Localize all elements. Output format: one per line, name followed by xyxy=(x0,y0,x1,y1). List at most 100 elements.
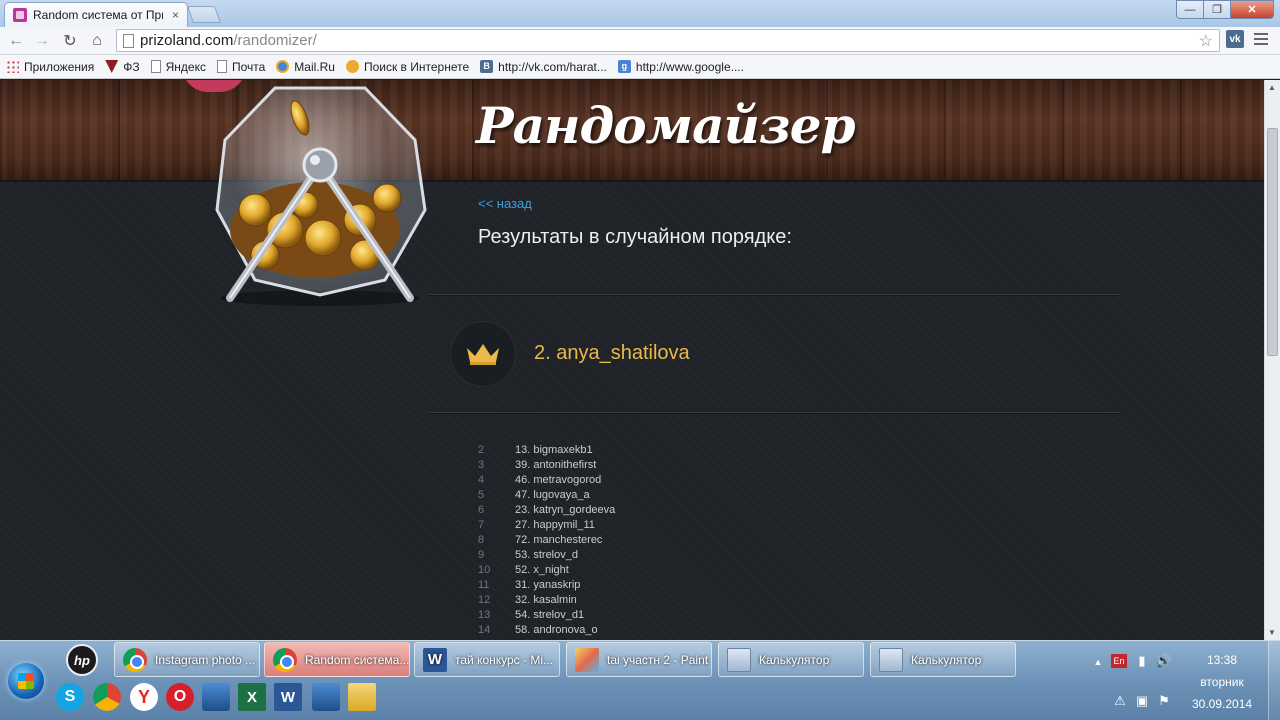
calculator-icon xyxy=(727,647,751,672)
bookmark-star-icon[interactable]: ☆ xyxy=(1199,31,1213,51)
tray-expand-icon[interactable]: ▲ xyxy=(1090,654,1106,670)
volume-icon[interactable]: 🔊 xyxy=(1156,653,1172,669)
google-icon: g xyxy=(617,60,631,73)
list-item: 5 47. lugovaya_a xyxy=(478,487,615,502)
list-item: 2 13. bigmaxekb1 xyxy=(478,442,615,457)
divider xyxy=(428,294,1120,295)
bookmark-pochta[interactable]: Почта xyxy=(216,60,265,74)
list-item: 12 32. kasalmin xyxy=(478,592,615,607)
lottery-drum-illustration xyxy=(215,86,427,306)
network-icon[interactable] xyxy=(202,683,230,711)
list-item: 6 23. katryn_gordeeva xyxy=(478,502,615,517)
action-center-flag-icon[interactable]: ⚑ xyxy=(1156,693,1172,709)
page-icon xyxy=(216,60,227,73)
back-link[interactable]: << назад xyxy=(478,196,532,211)
url-host: prizoland.com xyxy=(140,32,234,49)
back-arrow-icon[interactable]: ← xyxy=(6,31,26,51)
page-icon xyxy=(150,60,161,73)
winner-name: 2. anya_shatilova xyxy=(534,342,690,364)
results-heading: Результаты в случайном порядке: xyxy=(478,226,792,248)
result-name: 39. antonithefirst xyxy=(515,458,597,471)
taskbar-item-calculator[interactable]: Калькулятор xyxy=(718,642,864,677)
browser-titlebar: Random система от При × — ❐ ✕ xyxy=(0,0,1280,27)
bookmark-vk[interactable]: Bhttp://vk.com/harat... xyxy=(480,60,607,74)
result-index: 5 xyxy=(478,488,485,501)
bookmarks-bar: Приложения ФЗ Яндекс Почта Mail.Ru Поиск… xyxy=(0,55,1280,79)
page-background xyxy=(0,182,1264,640)
reload-icon[interactable]: ↻ xyxy=(60,31,80,51)
browser-toolbar: ← → ↻ ⌂ prizoland.com/randomizer/ ☆ vk xyxy=(0,27,1280,55)
page-icon xyxy=(123,33,134,48)
fz-icon xyxy=(105,60,119,73)
results-list: 2 13. bigmaxekb1 3 39. antonithefirst 4 46.… xyxy=(478,442,615,637)
start-button[interactable] xyxy=(8,663,44,699)
taskbar-item-word[interactable]: Wтай конкурс - Mi... xyxy=(414,642,560,677)
result-index: 3 xyxy=(478,458,485,471)
scroll-down-arrow-icon[interactable]: ▼ xyxy=(1268,628,1276,637)
result-name: 31. yanaskrip xyxy=(515,578,581,591)
chrome-icon xyxy=(273,647,297,672)
mailru-icon xyxy=(276,60,290,73)
bookmark-google[interactable]: g http://www.google.... xyxy=(617,60,744,74)
result-name: 52. x_night xyxy=(515,563,569,576)
bookmark-yandex[interactable]: Яндекс xyxy=(150,60,206,74)
bookmark-apps[interactable]: Приложения xyxy=(6,60,94,74)
clock-time[interactable]: 13:38 xyxy=(1196,653,1248,667)
bookmark-fz[interactable]: ФЗ xyxy=(105,60,140,74)
vk-icon: B xyxy=(480,60,494,73)
taskbar-item-instagram[interactable]: Instagram photo ... xyxy=(114,642,260,677)
word-icon: W xyxy=(423,647,447,672)
show-desktop-button[interactable] xyxy=(1268,641,1280,720)
result-index: 9 xyxy=(478,548,485,561)
vk-extension-button[interactable]: vk xyxy=(1226,30,1244,48)
list-item: 8 72. manchesterec xyxy=(478,532,615,547)
notification-icon[interactable]: ⚠ xyxy=(1112,693,1128,709)
list-item: 4 46. metravogorod xyxy=(478,472,615,487)
search-icon xyxy=(345,60,359,73)
language-indicator[interactable]: En xyxy=(1111,654,1127,668)
yandex-browser-icon[interactable]: Y xyxy=(130,683,158,711)
remote-desktop-icon[interactable] xyxy=(312,683,340,711)
new-tab-button[interactable] xyxy=(186,6,222,23)
network-status-icon[interactable]: ▣ xyxy=(1134,693,1150,709)
site-favicon-icon xyxy=(13,8,27,22)
tab-close-icon[interactable]: × xyxy=(172,8,179,22)
word-icon[interactable]: W xyxy=(274,683,302,711)
folder-icon[interactable] xyxy=(348,683,376,711)
list-item: 10 52. x_night xyxy=(478,562,615,577)
window-controls: — ❐ ✕ xyxy=(1176,0,1274,19)
taskbar-item-random[interactable]: Random система... xyxy=(264,642,410,677)
close-window-button[interactable]: ✕ xyxy=(1230,0,1274,19)
result-name: 23. katryn_gordeeva xyxy=(515,503,616,516)
result-name: 54. strelov_d1 xyxy=(515,608,585,621)
page-title: Рандомайзер xyxy=(476,96,856,155)
result-index: 10 xyxy=(478,563,491,576)
browser-menu-icon[interactable] xyxy=(1254,33,1268,47)
paint-icon xyxy=(575,647,599,672)
browser-tab-active[interactable]: Random система от При × xyxy=(4,2,188,27)
result-name: 32. kasalmin xyxy=(515,593,577,606)
forward-arrow-icon[interactable]: → xyxy=(32,31,52,51)
taskbar-item-calculator-2[interactable]: Калькулятор xyxy=(870,642,1016,677)
chrome-icon[interactable] xyxy=(93,683,121,711)
result-name: 58. andronova_o xyxy=(515,623,598,636)
excel-icon[interactable]: X xyxy=(238,683,266,711)
home-icon[interactable]: ⌂ xyxy=(87,31,107,51)
scroll-up-arrow-icon[interactable]: ▲ xyxy=(1268,83,1276,92)
opera-icon[interactable]: O xyxy=(166,683,194,711)
result-index: 4 xyxy=(478,473,485,486)
list-item: 9 53. strelov_d xyxy=(478,547,615,562)
bookmark-search[interactable]: Поиск в Интернете xyxy=(345,60,469,74)
minimize-button[interactable]: — xyxy=(1176,0,1204,19)
tray-device-icon[interactable]: ▮ xyxy=(1134,653,1150,669)
result-name: 27. happymil_11 xyxy=(515,518,595,531)
bookmark-mailru[interactable]: Mail.Ru xyxy=(276,60,335,74)
skype-icon[interactable]: S xyxy=(56,683,84,711)
address-bar[interactable]: prizoland.com/randomizer/ ☆ xyxy=(116,29,1220,52)
result-name: 72. manchesterec xyxy=(515,533,603,546)
vertical-scrollbar[interactable]: ▲ ▼ xyxy=(1264,80,1280,640)
maximize-button[interactable]: ❐ xyxy=(1203,0,1231,19)
scrollbar-thumb[interactable] xyxy=(1267,128,1278,356)
taskbar-item-paint[interactable]: tai участн 2 - Paint xyxy=(566,642,712,677)
hp-icon[interactable]: hp xyxy=(66,644,98,676)
